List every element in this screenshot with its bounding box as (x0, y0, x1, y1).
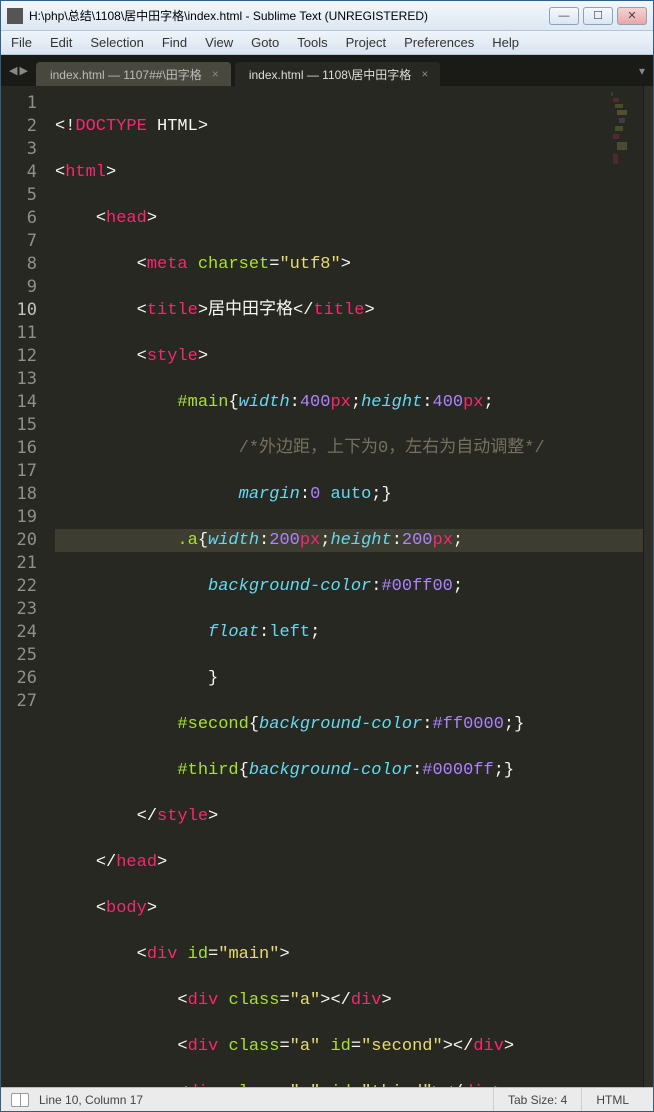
app-window: H:\php\总结\1108\居中田字格\index.html - Sublim… (0, 0, 654, 1112)
syntax-language[interactable]: HTML (581, 1088, 643, 1111)
line-number: 24 (1, 621, 37, 644)
close-icon[interactable]: × (421, 67, 428, 81)
tab-inactive[interactable]: index.html — 1107##\田字格 × (36, 62, 231, 86)
tab-overflow-icon[interactable]: ▾ (639, 64, 645, 78)
menu-find[interactable]: Find (162, 35, 187, 50)
line-number: 14 (1, 391, 37, 414)
window-controls: — ☐ ✕ (549, 7, 647, 25)
tab-nav-arrows[interactable]: ◀▶ (9, 64, 28, 77)
gutter[interactable]: 1 2 3 4 5 6 7 8 9 10 11 12 13 14 15 16 1… (1, 86, 51, 1087)
line-number: 13 (1, 368, 37, 391)
line-number: 12 (1, 345, 37, 368)
line-number: 7 (1, 230, 37, 253)
line-number: 3 (1, 138, 37, 161)
menu-help[interactable]: Help (492, 35, 519, 50)
menubar: File Edit Selection Find View Goto Tools… (1, 31, 653, 55)
menu-project[interactable]: Project (346, 35, 386, 50)
line-number: 2 (1, 115, 37, 138)
line-number: 20 (1, 529, 37, 552)
scrollbar-vertical[interactable] (643, 86, 653, 1087)
line-number: 17 (1, 460, 37, 483)
line-number: 27 (1, 690, 37, 713)
menu-goto[interactable]: Goto (251, 35, 279, 50)
tab-label: index.html — 1108\居中田字格 (249, 66, 412, 83)
menu-selection[interactable]: Selection (90, 35, 143, 50)
maximize-button[interactable]: ☐ (583, 7, 613, 25)
line-number: 4 (1, 161, 37, 184)
cursor-position: Line 10, Column 17 (39, 1093, 143, 1107)
titlebar[interactable]: H:\php\总结\1108\居中田字格\index.html - Sublim… (1, 1, 653, 31)
close-icon[interactable]: × (212, 67, 219, 81)
line-number: 15 (1, 414, 37, 437)
line-number: 5 (1, 184, 37, 207)
line-number: 9 (1, 276, 37, 299)
minimap[interactable] (609, 88, 643, 178)
layout-toggle-icon[interactable] (11, 1093, 29, 1107)
line-number: 10 (1, 299, 37, 322)
line-number: 11 (1, 322, 37, 345)
menu-edit[interactable]: Edit (50, 35, 72, 50)
code-area[interactable]: <!DOCTYPE HTML> <html> <head> <meta char… (51, 86, 643, 1087)
statusbar: Line 10, Column 17 Tab Size: 4 HTML (1, 1087, 653, 1111)
menu-file[interactable]: File (11, 35, 32, 50)
tabbar: ◀▶ index.html — 1107##\田字格 × index.html … (1, 55, 653, 86)
line-number: 1 (1, 92, 37, 115)
menu-tools[interactable]: Tools (297, 35, 327, 50)
editor: 1 2 3 4 5 6 7 8 9 10 11 12 13 14 15 16 1… (1, 86, 653, 1087)
menu-preferences[interactable]: Preferences (404, 35, 474, 50)
minimize-button[interactable]: — (549, 7, 579, 25)
line-number: 25 (1, 644, 37, 667)
line-number: 6 (1, 207, 37, 230)
tab-label: index.html — 1107##\田字格 (50, 66, 202, 83)
tab-active[interactable]: index.html — 1108\居中田字格 × (235, 62, 441, 86)
line-number: 22 (1, 575, 37, 598)
line-number: 23 (1, 598, 37, 621)
line-number: 8 (1, 253, 37, 276)
app-icon (7, 8, 23, 24)
tab-size[interactable]: Tab Size: 4 (493, 1088, 581, 1111)
window-title: H:\php\总结\1108\居中田字格\index.html - Sublim… (29, 7, 549, 24)
close-button[interactable]: ✕ (617, 7, 647, 25)
line-number: 18 (1, 483, 37, 506)
line-number: 19 (1, 506, 37, 529)
line-number: 21 (1, 552, 37, 575)
menu-view[interactable]: View (205, 35, 233, 50)
line-number: 26 (1, 667, 37, 690)
line-number: 16 (1, 437, 37, 460)
